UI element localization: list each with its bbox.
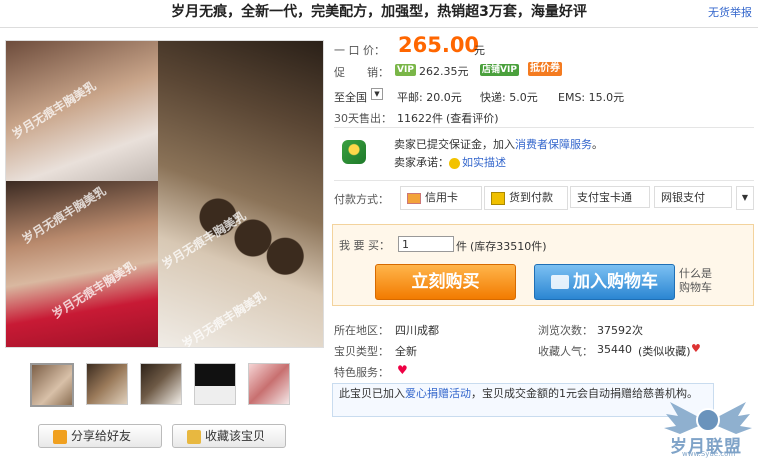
favorite-label: 收藏该宝贝 xyxy=(205,429,266,443)
popularity-label: 收藏人气： xyxy=(538,345,593,358)
promise-line: 卖家承诺： 如实描述 xyxy=(394,154,506,170)
site-logo: 岁月联盟 www.Syue.com xyxy=(660,392,756,462)
shipping-ems: EMS: 15.0元 xyxy=(558,91,625,104)
share-icon xyxy=(53,429,67,444)
folder-icon xyxy=(187,429,201,444)
payment-method-label: 信用卡 xyxy=(425,191,458,204)
thumbnail-1[interactable] xyxy=(30,363,74,407)
photo-woman-top xyxy=(6,41,158,181)
photo-bottles xyxy=(176,161,316,301)
shipping-normal: 平邮: 20.0元 xyxy=(397,91,462,104)
payment-methods: 付款方式： 信用卡 货到付款 支付宝卡通 网银支付 ▼ xyxy=(334,186,754,210)
payment-credit-card[interactable]: 信用卡 xyxy=(400,186,482,210)
thumbnail-2[interactable] xyxy=(86,363,128,405)
similar-favorites-link[interactable]: (类似收藏) xyxy=(638,343,691,359)
charity-heart-icon[interactable]: ♥ xyxy=(397,363,408,377)
view-reviews-link[interactable]: (查看评价) xyxy=(446,110,499,126)
quantity-input[interactable]: 1 xyxy=(398,236,454,252)
heart-icon: ♥ xyxy=(691,342,701,355)
report-link[interactable]: 无货举报 xyxy=(708,4,752,20)
service-link[interactable]: 消费者保障服务 xyxy=(515,138,592,151)
chevron-down-icon: ▼ xyxy=(741,193,749,202)
seller-guarantee: 卖家已提交保证金，加入消费者保障服务。 卖家承诺： 如实描述 xyxy=(334,128,754,176)
buy-panel: 我 要 买： 1 件 (库存33510件) 立刻购买 加入购物车 什么是购物车 xyxy=(332,224,754,306)
region-select[interactable]: 至全国 xyxy=(334,89,367,105)
buy-now-button[interactable]: 立刻购买 xyxy=(375,264,516,300)
payment-method-label: 支付宝卡通 xyxy=(577,191,632,204)
deposit-period: 。 xyxy=(592,138,603,151)
payment-label: 付款方式： xyxy=(334,193,389,206)
guarantee-icon xyxy=(342,140,366,164)
stock-count: (库存33510件) xyxy=(470,240,547,253)
chevron-down-icon[interactable]: ▼ xyxy=(371,88,383,100)
logo-url: www.Syue.com xyxy=(682,450,736,458)
thumbnail-strip xyxy=(30,363,300,407)
charity-notice: 此宝贝已加入爱心捐赠活动，宝贝成交金额的1元会自动捐赠给慈善机构。 xyxy=(332,383,714,417)
payment-method-label: 网银支付 xyxy=(661,191,705,204)
payment-more-button[interactable]: ▼ xyxy=(736,186,754,210)
promo-label: 促 销： xyxy=(334,66,389,79)
promise-link[interactable]: 如实描述 xyxy=(462,156,506,169)
vip-price: 262.35元 xyxy=(419,65,469,78)
add-to-cart-button[interactable]: 加入购物车 xyxy=(534,264,675,300)
main-product-image[interactable]: 岁月无痕丰胸美乳 岁月无痕丰胸美乳 岁月无痕丰胸美乳 岁月无痕丰胸美乳 岁月无痕… xyxy=(5,40,324,348)
notice-pre: 此宝贝已加入 xyxy=(339,387,405,400)
charity-link[interactable]: 爱心捐赠活动 xyxy=(405,387,471,400)
shipping-express: 快递: 5.0元 xyxy=(480,91,538,104)
thumbnail-5[interactable] xyxy=(248,363,290,405)
deposit-line: 卖家已提交保证金，加入消费者保障服务。 xyxy=(394,136,603,152)
sales-count: 11622件 xyxy=(397,112,443,125)
share-label: 分享给好友 xyxy=(71,429,132,443)
cart-help-link[interactable]: 什么是购物车 xyxy=(679,267,719,295)
cart-icon xyxy=(551,275,569,289)
popularity-value: 35440 xyxy=(597,343,632,356)
location-value: 四川成都 xyxy=(395,324,439,337)
payment-method-label: 货到付款 xyxy=(509,191,553,204)
quantity-label: 我 要 买： xyxy=(339,239,390,252)
share-button[interactable]: 分享给好友 xyxy=(38,424,162,448)
type-label: 宝贝类型： xyxy=(334,345,389,358)
thumbnail-3[interactable] xyxy=(140,363,182,405)
location-label: 所在地区： xyxy=(334,324,389,337)
payment-cod[interactable]: 货到付款 xyxy=(484,186,568,210)
views-label: 浏览次数： xyxy=(538,324,593,337)
price-value: 265.00 xyxy=(398,33,480,57)
sales-label: 30天售出： xyxy=(334,112,392,125)
payment-alipay-card[interactable]: 支付宝卡通 xyxy=(570,186,650,208)
thumbnail-4[interactable] xyxy=(194,363,236,405)
favorite-button[interactable]: 收藏该宝贝 xyxy=(172,424,286,448)
coupon-badge[interactable]: 抵价券 xyxy=(528,62,562,76)
divider xyxy=(334,180,754,181)
type-value: 全新 xyxy=(395,345,417,358)
title-divider xyxy=(0,27,758,28)
promise-label: 卖家承诺： xyxy=(394,156,449,169)
store-vip-badge[interactable]: 店铺VIP xyxy=(480,64,519,76)
promise-icon xyxy=(449,157,460,169)
credit-card-icon xyxy=(407,192,421,204)
join-text: 加入 xyxy=(493,138,515,151)
payment-netbank[interactable]: 网银支付 xyxy=(654,186,732,208)
add-to-cart-label: 加入购物车 xyxy=(573,272,658,292)
service-label: 特色服务： xyxy=(334,366,389,379)
cod-icon xyxy=(491,191,505,205)
quantity-unit: 件 xyxy=(456,240,467,253)
views-value: 37592次 xyxy=(597,324,643,337)
deposit-text: 卖家已提交保证金， xyxy=(394,138,493,151)
price-unit: 元 xyxy=(474,44,485,57)
price-label: 一 口 价： xyxy=(334,44,385,57)
vip-badge: VIP xyxy=(395,64,416,76)
item-title: 岁月无痕，全新一代，完美配方，加强型，热销超3万套，海量好评 xyxy=(171,4,587,20)
